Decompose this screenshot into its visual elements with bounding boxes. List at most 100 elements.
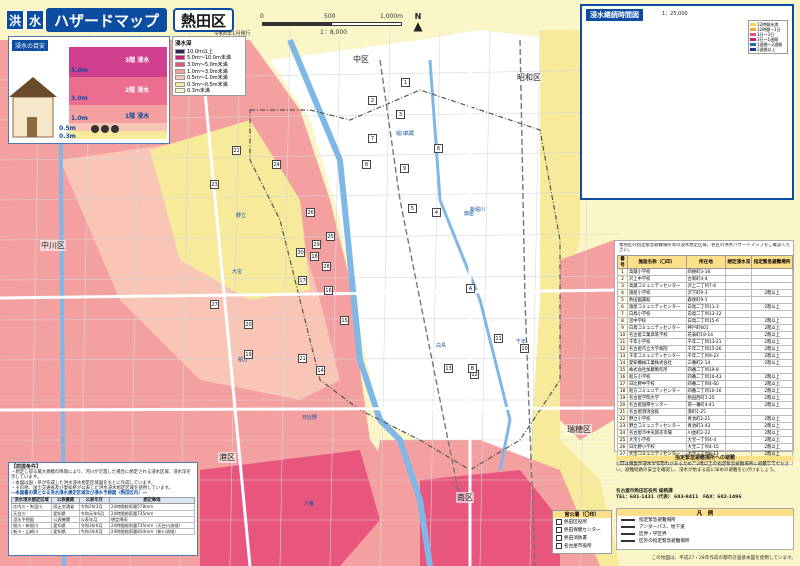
table-row[interactable]: 19 名古屋学院大学 熱田西町1-25 2階以上 [617,394,793,402]
flood-zone-southwest-deep [200,450,380,566]
depth-swatch [175,48,185,54]
depth-legend-rows: 10.0m以上 5.0m〜10.0m未満 3.0m〜5.0m未満 1.0m〜3.0m未… [175,48,243,94]
shelter-pin[interactable]: 7 [368,134,377,143]
shelter-pin[interactable]: A [466,284,475,293]
shelter-pin[interactable]: 24 [272,160,281,169]
shelter-pin[interactable]: 21 [298,354,307,363]
shelter-pin[interactable]: 28 [322,262,331,271]
shelter-floor-note: 2階以上 [751,436,793,444]
table-row[interactable]: 23 野立コミュニティセンター 青池町3-43 2階以上 [617,422,793,430]
shelter-name: 熱田図書館 [627,296,687,304]
table-row[interactable]: 5 熱田図書館 森後町9-1 [617,296,793,304]
shelter-depth [725,422,753,430]
table-row[interactable]: 9 白鳥コミュニティセンター 神戸町601 2階以上 [617,324,793,332]
shelter-name: 船方小学校 [627,373,687,381]
table-row[interactable]: 14 愛知機械工業株式会社 三番町2-14 2階以上 [617,359,793,367]
shelter-address: 三番町2-14 [685,359,727,367]
depth-swatch [175,81,185,87]
inset-swatch [750,38,756,41]
table-row[interactable]: 22 野立小学校 青池町2-21 2階以上 [617,415,793,423]
shelter-pin[interactable]: 23 [210,180,219,189]
table-row[interactable]: 4 旗屋小学校 沢下町9-3 2階以上 [617,289,793,297]
shelter-pin[interactable]: 27 [210,300,219,309]
shelter-pin[interactable]: 6 [434,144,443,153]
shelter-pin[interactable]: 16 [324,286,333,295]
shelter-pin[interactable]: 13 [444,364,453,373]
table-row[interactable]: 25 大宝小学校 大宝一丁目4-4 2階以上 [617,436,793,444]
shelter-pin[interactable]: 2 [368,96,377,105]
shelter-pin[interactable]: 14 [316,366,325,375]
table-row[interactable]: 10 名古屋工業高等学校 花表町19-14 2階以上 [617,331,793,339]
shelter-number: 26 [617,443,628,451]
shelter-floor-note: 2階以上 [751,345,793,353]
table-row[interactable]: 8 宮中学校 白鳥二丁目15-6 2階以上 [617,317,793,325]
shelter-address: 大宝二丁目4-15 [685,443,727,451]
assumptions-cell: 愛知県 [51,528,80,536]
shelter-pin[interactable]: 26 [306,208,315,217]
contact-fax: FAX：682-1496 [702,495,742,500]
shelter-pin[interactable]: 22 [232,146,241,155]
depth-level-05m: 0.5m [59,125,76,132]
shelter-address: 沢上二丁目7-6 [685,282,727,290]
shelter-floor-note [751,408,793,416]
table-row[interactable]: 2 沢上中学校 古新町4-4 [617,275,793,283]
shelter-number: 7 [617,310,628,318]
map-legend-label: アンダーパス、地下道 [639,524,685,530]
table-row[interactable]: 1 高蔵小学校 四條町3-16 [617,268,793,276]
road-label: 日比野 [302,415,318,421]
shelter-number: 21 [617,408,628,416]
table-row[interactable]: 20 名古屋国際センター 南一番町4-41 2階以上 [617,401,793,409]
shelter-depth [725,282,753,290]
table-row[interactable]: 24 名古屋市中央卸売市場 川並町2-22 2階以上 [617,429,793,437]
shelter-pin[interactable]: 9 [400,164,409,173]
shelter-pin[interactable]: 15 [340,316,349,325]
map-legend-marker [621,518,635,521]
shelter-pin[interactable]: 19 [244,350,253,359]
table-row[interactable]: 18 船方コミュニティセンター 四番二丁目10-16 2階以上 [617,387,793,395]
shelter-pin[interactable]: 29 [312,240,321,249]
table-row[interactable]: 3 高蔵コミュニティセンター 沢上二丁目7-6 [617,282,793,290]
shelter-address: 森後町9-1 [685,296,727,304]
inset-duration-map[interactable]: 浸水継続時間図 1：25,000 12時間未満 12時間〜1日 1日〜3日 3日〜1週… [580,4,794,200]
table-row[interactable]: 13 千年コミュニティセンター 千年二丁目9-23 2階以上 [617,352,793,360]
notice-text: ○印は施設が浸水する恐れがあるため、2階以上の指定緊急避難場所に避難してください… [616,462,790,473]
shelter-pin[interactable]: 20 [244,320,253,329]
scale-bar: 0 500 1,000m 1：8,000 [260,13,403,36]
shelter-depth [725,289,753,297]
shelter-pin[interactable]: 3 [396,110,405,119]
table-row[interactable]: 15 株式会社加藤製作所 四番二丁目19-8 [617,366,793,374]
road-label: 大宝 [232,269,243,275]
inset-swatch [750,33,756,36]
shelter-pin[interactable]: 4 [432,208,441,217]
shelter-pin[interactable]: 18 [310,252,319,261]
shelter-pin[interactable]: 30 [296,248,305,257]
road-label: 六番 [304,501,315,507]
shelter-header-cell: 所在地 [685,255,727,269]
shelter-pin[interactable]: 10 [520,344,529,353]
table-row[interactable]: 12 名古屋市立大学病院 千年二丁目15-26 2階以上 [617,345,793,353]
table-row[interactable]: 26 日比野小学校 大宝二丁目4-15 2階以上 [617,443,793,451]
shelter-pin[interactable]: 8 [362,160,371,169]
shelter-pin[interactable]: B [468,364,477,373]
shelter-pin[interactable]: 25 [326,232,335,241]
table-row[interactable]: 11 千年小学校 千年二丁目13-21 2階以上 [617,338,793,346]
map-legend-title: 凡 例 [617,509,793,517]
shelter-number: 18 [617,387,628,395]
table-row[interactable]: 6 旗屋コミュニティセンター 白鳥二丁目11-3 2階以上 [617,303,793,311]
gov-legend-title: 官公署（〇印） [553,511,611,518]
shelter-number: 17 [617,380,628,388]
shelter-number: 3 [617,282,628,290]
table-row[interactable]: 17 日比野中学校 四番二丁目4-60 2階以上 [617,380,793,388]
shelter-name: 野立コミュニティセンター [627,422,687,430]
table-row[interactable]: 7 白鳥小学校 白鳥二丁目13-12 [617,310,793,318]
table-row[interactable]: 21 名古屋港湾会館 港町1-25 [617,408,793,416]
shelter-pin[interactable]: 1 [401,78,410,87]
shelter-pin[interactable]: 11 [494,334,503,343]
district-label: 昭和区 [516,72,542,83]
shelter-pin[interactable]: 17 [298,276,307,285]
table-row[interactable]: 16 船方小学校 四番二丁目10-43 2階以上 [617,373,793,381]
road-label: 旗屋 [464,211,475,217]
shelter-depth [725,429,753,437]
shelter-pin[interactable]: 5 [408,204,417,213]
shelter-address: 白鳥二丁目15-6 [685,317,727,325]
